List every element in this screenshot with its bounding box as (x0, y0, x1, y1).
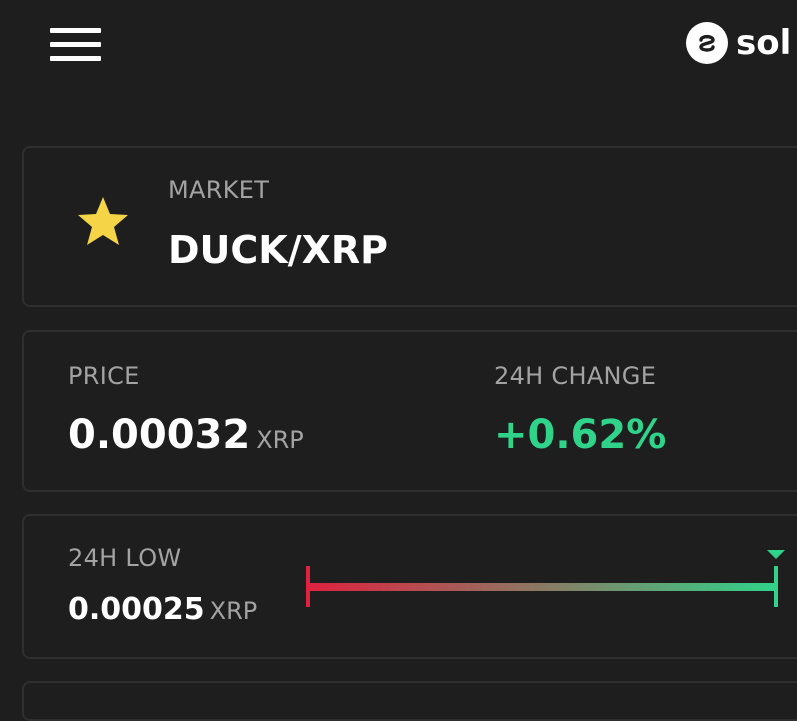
low-value: 0.00025 XRP (68, 592, 257, 627)
menu-line (50, 42, 101, 47)
menu-line (50, 56, 101, 61)
sologenic-logo-icon (686, 22, 728, 64)
change-value: +0.62% (494, 412, 667, 458)
price-unit: XRP (256, 426, 304, 454)
star-icon[interactable] (74, 193, 132, 251)
market-label: MARKET (168, 176, 270, 204)
price-value: 0.00032 XRP (68, 412, 304, 458)
range-low-cap (306, 566, 310, 607)
low-unit: XRP (209, 597, 258, 625)
brand-name: sol (736, 23, 792, 63)
market-card: MARKET DUCK/XRP (22, 146, 797, 307)
range-track (306, 583, 778, 591)
price-card: PRICE 0.00032 XRP 24H CHANGE +0.62% (22, 330, 797, 492)
change-label: 24H CHANGE (494, 362, 657, 390)
brand-logo-link[interactable]: sol (686, 20, 791, 66)
range-card: 24H LOW 0.00025 XRP (22, 514, 797, 659)
range-bar (306, 550, 785, 607)
low-label: 24H LOW (68, 544, 182, 572)
menu-line (50, 28, 101, 33)
hamburger-menu-icon[interactable] (50, 28, 102, 64)
price-label: PRICE (68, 362, 140, 390)
price-number: 0.00032 (68, 412, 251, 458)
triangle-down-marker-icon (767, 550, 785, 559)
range-high-cap (774, 566, 778, 607)
market-name: DUCK/XRP (168, 228, 389, 272)
next-card (22, 681, 797, 721)
low-number: 0.00025 (68, 592, 205, 627)
